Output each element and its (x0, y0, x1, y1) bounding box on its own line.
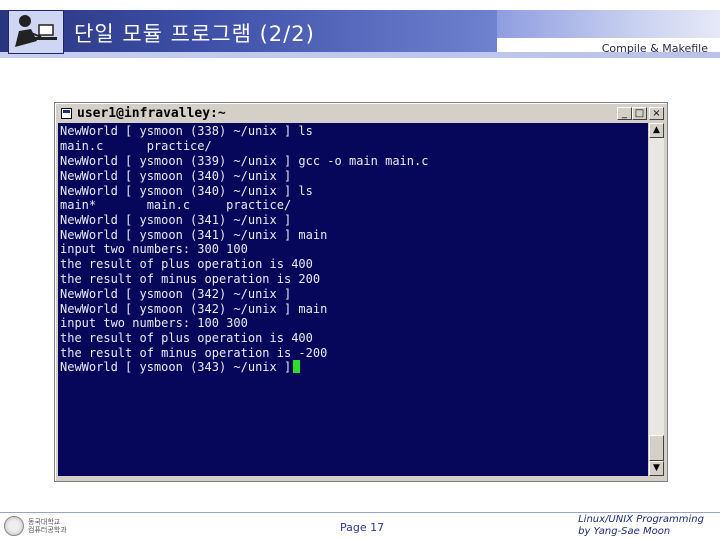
terminal-line: the result of minus operation is 200 (60, 272, 321, 286)
course-title: Linux/UNIX Programming (578, 514, 704, 525)
scroll-down-arrow-icon[interactable]: ▼ (649, 461, 664, 476)
terminal-line: main.c practice/ (60, 139, 212, 153)
presenter-logo-icon (8, 10, 64, 54)
text-cursor (293, 360, 301, 373)
terminal-line: NewWorld [ ysmoon (338) ~/unix ] ls (60, 124, 313, 138)
university-emblem-icon (4, 516, 24, 536)
university-label: 동국대학교 (28, 518, 61, 526)
close-button[interactable]: × (649, 107, 664, 120)
minimize-button[interactable]: _ (617, 107, 632, 120)
header-accent-bar (497, 10, 720, 38)
terminal-output[interactable]: NewWorld [ ysmoon (338) ~/unix ] ls main… (58, 123, 648, 476)
terminal-line: NewWorld [ ysmoon (341) ~/unix ] (60, 213, 292, 227)
terminal-line: NewWorld [ ysmoon (342) ~/unix ] main (60, 302, 328, 316)
terminal-line: NewWorld [ ysmoon (340) ~/unix ] ls (60, 184, 313, 198)
department-label: 컴퓨터공학과 (28, 526, 67, 534)
vertical-scrollbar[interactable]: ▲ ▼ (649, 123, 664, 476)
page-number: Page 17 (340, 521, 385, 534)
terminal-line: NewWorld [ ysmoon (342) ~/unix ] (60, 287, 292, 301)
terminal-line: NewWorld [ ysmoon (340) ~/unix ] (60, 169, 292, 183)
window-title: user1@infravalley:~ (77, 106, 226, 121)
terminal-line: the result of minus operation is -200 (60, 346, 328, 360)
author-name: by Yang-Sae Moon (578, 526, 671, 537)
terminal-prompt-line: NewWorld [ ysmoon (343) ~/unix ] (60, 360, 301, 375)
scroll-up-arrow-icon[interactable]: ▲ (649, 123, 664, 138)
terminal-line: the result of plus operation is 400 (60, 331, 313, 345)
terminal-line: input two numbers: 300 100 (60, 242, 248, 256)
terminal-prompt: NewWorld [ ysmoon (343) ~/unix ] (60, 360, 292, 374)
terminal-line: main* main.c practice/ (60, 198, 292, 212)
footer-divider (0, 512, 720, 513)
slide-subtitle: Compile & Makefile (601, 42, 708, 55)
terminal-line: NewWorld [ ysmoon (339) ~/unix ] gcc -o … (60, 154, 429, 168)
window-titlebar[interactable]: user1@infravalley:~ _ □ × (57, 105, 665, 123)
maximize-button[interactable]: □ (632, 107, 647, 120)
terminal-line: input two numbers: 100 300 (60, 316, 248, 330)
terminal-window[interactable]: user1@infravalley:~ _ □ × NewWorld [ ysm… (54, 102, 668, 482)
terminal-line: NewWorld [ ysmoon (341) ~/unix ] main (60, 228, 328, 242)
terminal-line: the result of plus operation is 400 (60, 257, 313, 271)
university-name: 동국대학교 컴퓨터공학과 (28, 518, 67, 534)
scrollbar-thumb[interactable] (649, 435, 664, 461)
slide-header: 단일 모듈 프로그램 (2/2) Compile & Makefile (0, 0, 720, 60)
course-credit: Linux/UNIX Programming by Yang-Sae Moon (578, 514, 704, 538)
terminal-icon (61, 108, 72, 119)
slide-title: 단일 모듈 프로그램 (2/2) (74, 22, 315, 46)
university-logo: 동국대학교 컴퓨터공학과 (4, 516, 72, 536)
